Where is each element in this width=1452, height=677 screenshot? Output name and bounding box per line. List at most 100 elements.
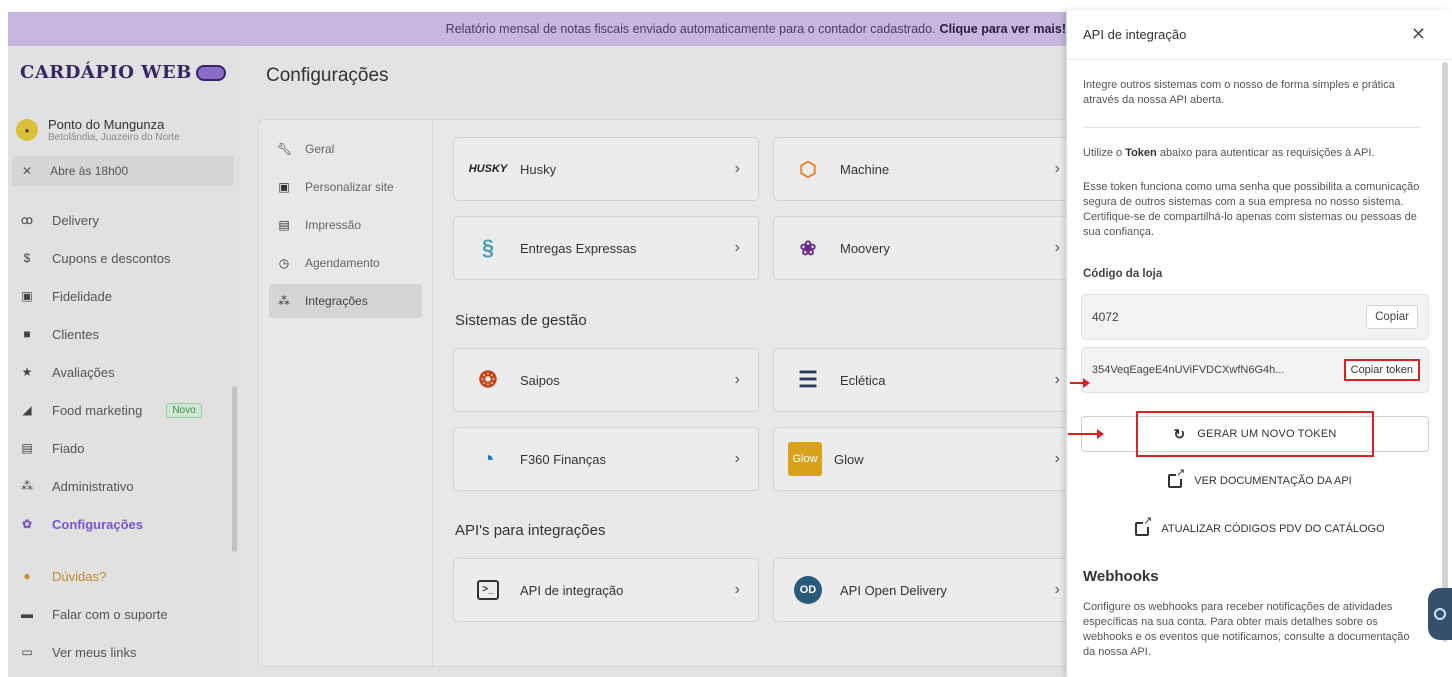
integration-tile-machine[interactable]: ⬡ Machine › [773, 137, 1079, 201]
subnav-integracoes[interactable]: ⁂ Integrações [269, 284, 422, 318]
copy-store-code-button[interactable]: Copiar [1366, 305, 1418, 329]
brand-logo[interactable]: CARDÁPIO WEB [20, 62, 226, 83]
banner-link[interactable]: Clique para ver mais! [940, 22, 1066, 36]
sidebar-item-label: Falar com o suporte [52, 606, 168, 622]
subnav-impressao[interactable]: ▤ Impressão [269, 208, 422, 242]
token-value: 354VeqEageE4nUViFVDCXwfN6G4h... [1092, 364, 1285, 376]
subnav-label: Personalizar site [305, 180, 394, 194]
accessibility-icon [1434, 608, 1446, 620]
annotation-arrow-token [1070, 378, 1090, 388]
sidebar-item-food-marketing[interactable]: ◢ Food marketing Novo [8, 391, 240, 429]
tile-label: F360 Finanças [520, 451, 606, 467]
token-hint-pre: Utilize o [1083, 147, 1126, 159]
subnav-personalizar[interactable]: ▣ Personalizar site [269, 170, 422, 204]
chevron-right-icon: › [1054, 239, 1060, 256]
app-background: CARDÁPIO WEB ● Ponto do Mungunza Betolân… [8, 46, 1088, 677]
sidebar-item-fiado[interactable]: ▤ Fiado [8, 429, 240, 467]
accessibility-tab-icon[interactable] [1428, 588, 1452, 640]
integration-tile-api-integracao[interactable]: >_ API de integração › [453, 558, 759, 622]
settings-card: 🔧︎ Geral ▣ Personalizar site ▤ Impressão ◷ A… [258, 119, 1088, 667]
open-status-label: Abre às 18h00 [50, 164, 129, 178]
sidebar-item-clientes[interactable]: ■ Clientes [8, 315, 240, 353]
sidebar-item-suporte[interactable]: ▬ Falar com o suporte [8, 595, 240, 633]
main-content: Configurações 🔧︎ Geral ▣ Personalizar site… [240, 46, 1088, 677]
tile-label: Entregas Expressas [520, 240, 637, 256]
settings-subnav: 🔧︎ Geral ▣ Personalizar site ▤ Impressão ◷ A… [259, 120, 433, 666]
chevron-right-icon: › [1054, 581, 1060, 598]
subnav-label: Geral [305, 142, 335, 156]
terminal-icon: >_ [468, 573, 508, 607]
sidebar-item-cupons[interactable]: $ Cupons e descontos [8, 239, 240, 277]
gift-icon: ▣ [21, 289, 33, 303]
sidebar-item-fidelidade[interactable]: ▣ Fidelidade [8, 277, 240, 315]
token-description: Esse token funciona como uma senha que p… [1083, 181, 1420, 238]
page-title: Configurações [266, 65, 389, 86]
api-integration-drawer: API de integração ✕ Integre outros siste… [1066, 10, 1452, 677]
subnav-geral[interactable]: 🔧︎ Geral [269, 132, 422, 166]
tile-label: Eclética [840, 372, 886, 388]
sidebar-item-administrativo[interactable]: ⁂ Administrativo [8, 467, 240, 505]
update-pdv-codes-label: ATUALIZAR CÓDIGOS PDV DO CATÁLOGO [1161, 523, 1385, 535]
tile-label: Glow [834, 451, 864, 467]
integration-tile-husky[interactable]: HUSKY Husky › [453, 137, 759, 201]
sidebar-item-duvidas[interactable]: ● Dúvidas? [8, 557, 240, 595]
integration-tile-entregas-expressas[interactable]: § Entregas Expressas › [453, 216, 759, 280]
links-icon: ▭ [21, 645, 33, 659]
sidebar-item-label: Cupons e descontos [52, 250, 171, 266]
clock-icon: ◷ [278, 256, 290, 270]
subnav-label: Integrações [305, 294, 368, 308]
external-link-icon [1168, 468, 1186, 488]
tile-label: Moovery [840, 240, 890, 256]
integration-tile-open-delivery[interactable]: OD API Open Delivery › [773, 558, 1079, 622]
chevron-right-icon: › [734, 160, 740, 177]
token-hint: Utilize o Token abaixo para autenticar a… [1083, 146, 1421, 161]
chevron-right-icon: › [1054, 450, 1060, 467]
integration-tile-moovery[interactable]: ❀ Moovery › [773, 216, 1079, 280]
sidebar-item-avaliacoes[interactable]: ★ Avaliações [8, 353, 240, 391]
store-location: Betolândia, Juazeiro do Norte [48, 132, 180, 143]
sidebar-item-configuracoes[interactable]: ✿ Configurações [8, 505, 240, 543]
chevron-right-icon: › [734, 371, 740, 388]
contacts-icon: ■ [23, 327, 31, 341]
entregas-logo: § [481, 235, 495, 260]
sidebar: CARDÁPIO WEB ● Ponto do Mungunza Betolân… [8, 46, 240, 677]
annotation-arrow-generate [1068, 429, 1104, 439]
api-docs-label: VER DOCUMENTAÇÃO DA API [1194, 475, 1352, 487]
copy-token-button[interactable]: Copiar token [1343, 359, 1420, 381]
close-icon[interactable]: ✕ [1411, 24, 1426, 45]
external-link-icon [1135, 516, 1153, 536]
integration-tile-saipos[interactable]: ❂ Saipos › [453, 348, 759, 412]
update-pdv-codes-link[interactable]: ATUALIZAR CÓDIGOS PDV DO CATÁLOGO [1067, 516, 1452, 536]
sidebar-item-delivery[interactable]: ꝏ Delivery [8, 201, 240, 239]
announcement-banner[interactable]: Relatório mensal de notas fiscais enviad… [8, 12, 1068, 46]
close-icon: ✕ [22, 164, 33, 178]
subnav-agendamento[interactable]: ◷ Agendamento [269, 246, 422, 280]
sidebar-item-links[interactable]: ▭ Ver meus links [8, 633, 240, 671]
generate-token-label: GERAR UM NOVO TOKEN [1197, 428, 1337, 440]
sidebar-item-label: Avaliações [52, 364, 115, 380]
subnav-label: Impressão [305, 218, 362, 232]
sidebar-scrollbar[interactable] [232, 386, 237, 552]
tile-label: Husky [520, 161, 557, 177]
api-docs-link[interactable]: VER DOCUMENTAÇÃO DA API [1067, 468, 1452, 488]
drawer-intro: Integre outros sistemas com o nosso de f… [1083, 79, 1395, 106]
sidebar-item-label: Administrativo [52, 478, 134, 494]
tile-label: API Open Delivery [840, 582, 947, 598]
integration-tile-ecletica[interactable]: ☰ Eclética › [773, 348, 1079, 412]
tile-label: API de integração [520, 582, 624, 598]
store-code-label: Código da loja [1083, 268, 1163, 280]
integration-tile-glow[interactable]: Glow Glow › [773, 427, 1079, 491]
machine-logo: ⬡ [799, 158, 817, 181]
sidebar-nav: ꝏ Delivery $ Cupons e descontos ▣ Fidelidad… [8, 201, 240, 671]
chevron-right-icon: › [734, 239, 740, 256]
generate-token-button[interactable]: ↻ GERAR UM NOVO TOKEN [1081, 411, 1429, 457]
layout-icon: ▣ [278, 180, 290, 194]
sidebar-item-label: Configurações [52, 516, 144, 532]
sidebar-item-label: Fiado [52, 440, 85, 456]
store-selector[interactable]: ● Ponto do Mungunza Betolândia, Juazeiro… [8, 110, 240, 150]
integration-tile-f360[interactable]: ◔ F360 Finanças › [453, 427, 759, 491]
token-field: 354VeqEageE4nUViFVDCXwfN6G4h... Copiar t… [1081, 347, 1429, 393]
open-status[interactable]: ✕ Abre às 18h00 [12, 156, 234, 186]
drawer-scrollbar[interactable] [1442, 62, 1448, 642]
moovery-logo: ❀ [799, 237, 817, 260]
